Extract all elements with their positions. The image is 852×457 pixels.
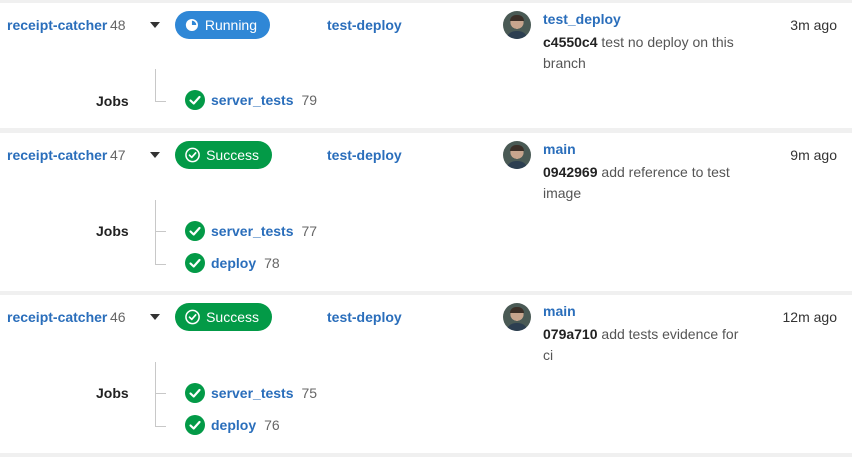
jobs-label: Jobs	[96, 223, 129, 239]
repo-link[interactable]: receipt-catcher	[7, 147, 107, 163]
build-number: 46	[110, 309, 126, 325]
branch-link[interactable]: test-deploy	[327, 17, 402, 33]
timestamp: 12m ago	[782, 309, 837, 325]
job-tree-line	[155, 362, 156, 426]
check-circle-icon	[185, 253, 205, 273]
job-name[interactable]: server_tests	[211, 385, 294, 401]
job-item[interactable]: deploy 76	[185, 415, 280, 435]
repo-link[interactable]: receipt-catcher	[7, 17, 107, 33]
repo-link[interactable]: receipt-catcher	[7, 309, 107, 325]
running-spinner-icon	[185, 18, 198, 32]
status-badge[interactable]: Success	[175, 303, 272, 331]
branch-link[interactable]: test-deploy	[327, 309, 402, 325]
job-item[interactable]: server_tests 77	[185, 221, 317, 241]
jobs-label: Jobs	[96, 385, 129, 401]
job-item[interactable]: deploy 78	[185, 253, 280, 273]
job-number: 77	[301, 223, 318, 239]
job-number: 76	[264, 417, 280, 433]
build-row: receipt-catcher 46 Success test-deploy m…	[0, 295, 852, 453]
job-tree-line	[155, 200, 156, 264]
avatar	[503, 303, 531, 331]
status-label: Success	[206, 147, 259, 163]
job-tree-branch	[155, 426, 166, 427]
job-item[interactable]: server_tests 79	[185, 90, 317, 110]
commit-branch-link[interactable]: main	[543, 303, 576, 319]
job-tree-branch	[155, 393, 166, 394]
status-badge[interactable]: Running	[175, 11, 270, 39]
commit-info: 079a710 add tests evidence for ci	[543, 324, 748, 366]
commit-branch-link[interactable]: main	[543, 141, 576, 157]
timestamp: 3m ago	[790, 17, 837, 33]
commit-sha[interactable]: 079a710	[543, 326, 598, 342]
check-circle-icon	[185, 147, 200, 163]
job-name[interactable]: deploy	[211, 417, 256, 433]
jobs-label: Jobs	[96, 93, 129, 109]
status-badge[interactable]: Success	[175, 141, 272, 169]
commit-branch-link[interactable]: test_deploy	[543, 11, 621, 27]
check-circle-icon	[185, 90, 205, 110]
check-circle-icon	[185, 221, 205, 241]
check-circle-icon	[185, 383, 205, 403]
branch-link[interactable]: test-deploy	[327, 147, 402, 163]
job-name[interactable]: server_tests	[211, 92, 294, 108]
job-name[interactable]: deploy	[211, 255, 256, 271]
commit-info: 0942969 add reference to test image	[543, 162, 748, 204]
avatar	[503, 11, 531, 39]
job-number: 75	[301, 385, 318, 401]
caret-down-icon[interactable]	[150, 152, 160, 158]
build-row: receipt-catcher 48 Running test-deploy t…	[0, 3, 852, 128]
avatar	[503, 141, 531, 169]
commit-info: c4550c4 test no deploy on this branch	[543, 32, 748, 74]
job-tree-line	[155, 69, 156, 101]
job-tree-branch	[155, 101, 166, 102]
job-name[interactable]: server_tests	[211, 223, 294, 239]
caret-down-icon[interactable]	[150, 22, 160, 28]
build-row: receipt-catcher 47 Success test-deploy m…	[0, 133, 852, 291]
commit-sha[interactable]: c4550c4	[543, 34, 598, 50]
caret-down-icon[interactable]	[150, 314, 160, 320]
job-item[interactable]: server_tests 75	[185, 383, 317, 403]
pipeline-list: receipt-catcher 48 Running test-deploy t…	[0, 0, 852, 457]
job-number: 79	[301, 92, 318, 108]
check-circle-icon	[185, 415, 205, 435]
status-label: Running	[204, 17, 257, 33]
timestamp: 9m ago	[790, 147, 837, 163]
job-tree-branch	[155, 264, 166, 265]
check-circle-icon	[185, 309, 200, 325]
build-number: 47	[110, 147, 126, 163]
job-number: 78	[264, 255, 280, 271]
status-label: Success	[206, 309, 259, 325]
commit-sha[interactable]: 0942969	[543, 164, 598, 180]
job-tree-branch	[155, 231, 166, 232]
build-number: 48	[110, 17, 126, 33]
